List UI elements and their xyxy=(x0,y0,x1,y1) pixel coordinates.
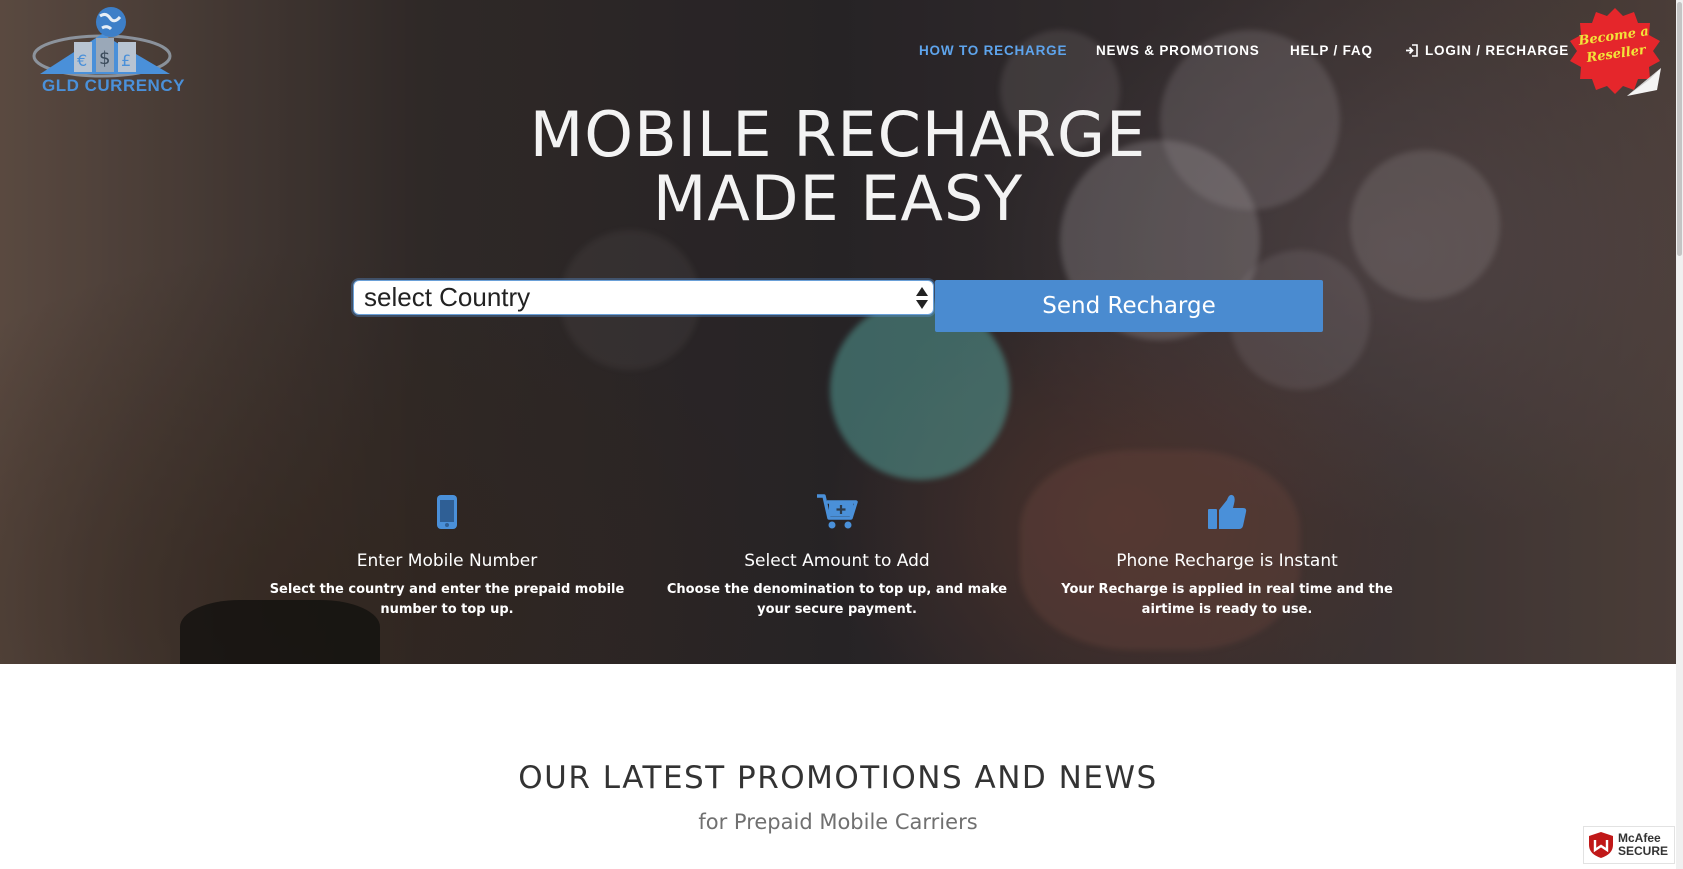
feature-title: Select Amount to Add xyxy=(744,551,930,571)
feature-title: Enter Mobile Number xyxy=(356,551,538,571)
main-nav: HOW TO RECHARGE NEWS & PROMOTIONS HELP /… xyxy=(0,43,1676,63)
thumbs-up-icon xyxy=(1208,494,1247,529)
send-recharge-button[interactable]: Send Recharge xyxy=(935,280,1323,332)
nav-login-recharge[interactable]: LOGIN / RECHARGE xyxy=(1405,43,1569,58)
mcafee-line-2: SECURE xyxy=(1618,844,1669,858)
nav-help-faq[interactable]: HELP / FAQ xyxy=(1290,43,1373,58)
feature-instant-recharge: Phone Recharge is Instant Your Recharge … xyxy=(1037,492,1417,620)
nav-login-label: LOGIN / RECHARGE xyxy=(1425,43,1570,58)
nav-news-promotions[interactable]: NEWS & PROMOTIONS xyxy=(1096,43,1260,58)
feature-description: Select the country and enter the prepaid… xyxy=(269,582,625,617)
mcafee-shield-icon xyxy=(1589,832,1613,858)
scrollbar-thumb[interactable] xyxy=(1677,2,1682,256)
country-select[interactable]: select Country xyxy=(353,280,934,315)
feature-description: Choose the denomination to top up, and m… xyxy=(666,582,1008,617)
feature-enter-mobile: Enter Mobile Number Select the country a… xyxy=(257,492,637,620)
country-select-value: select Country xyxy=(364,282,531,312)
feature-title: Phone Recharge is Instant xyxy=(1116,551,1338,571)
hero-section: € $ £ GLD CURRENCY HOW TO RECHARGE NEWS … xyxy=(0,0,1676,664)
mobile-phone-icon xyxy=(437,495,457,529)
feature-icon-wrap xyxy=(647,492,1027,532)
mcafee-label: McAfee SECURE xyxy=(1618,832,1668,858)
select-arrows-icon xyxy=(916,287,928,309)
hero-headline-line-2: MADE EASY xyxy=(652,162,1024,235)
mcafee-secure-badge[interactable]: McAfee SECURE xyxy=(1583,826,1675,864)
feature-icon-wrap xyxy=(257,492,637,532)
logo-text: GLD CURRENCY xyxy=(42,76,185,95)
promotions-title: OUR LATEST PROMOTIONS AND NEWS xyxy=(518,760,1158,796)
nav-how-to-recharge[interactable]: HOW TO RECHARGE xyxy=(919,43,1067,58)
feature-description: Your Recharge is applied in real time an… xyxy=(1061,582,1393,617)
promotions-subtitle: for Prepaid Mobile Carriers xyxy=(698,810,978,834)
hero-headline-line-1: MOBILE RECHARGE xyxy=(529,98,1147,171)
shopping-cart-plus-icon xyxy=(817,494,858,529)
sign-in-icon xyxy=(1406,44,1418,57)
feature-icon-wrap xyxy=(1037,492,1417,532)
feature-select-amount: Select Amount to Add Choose the denomina… xyxy=(647,492,1027,620)
